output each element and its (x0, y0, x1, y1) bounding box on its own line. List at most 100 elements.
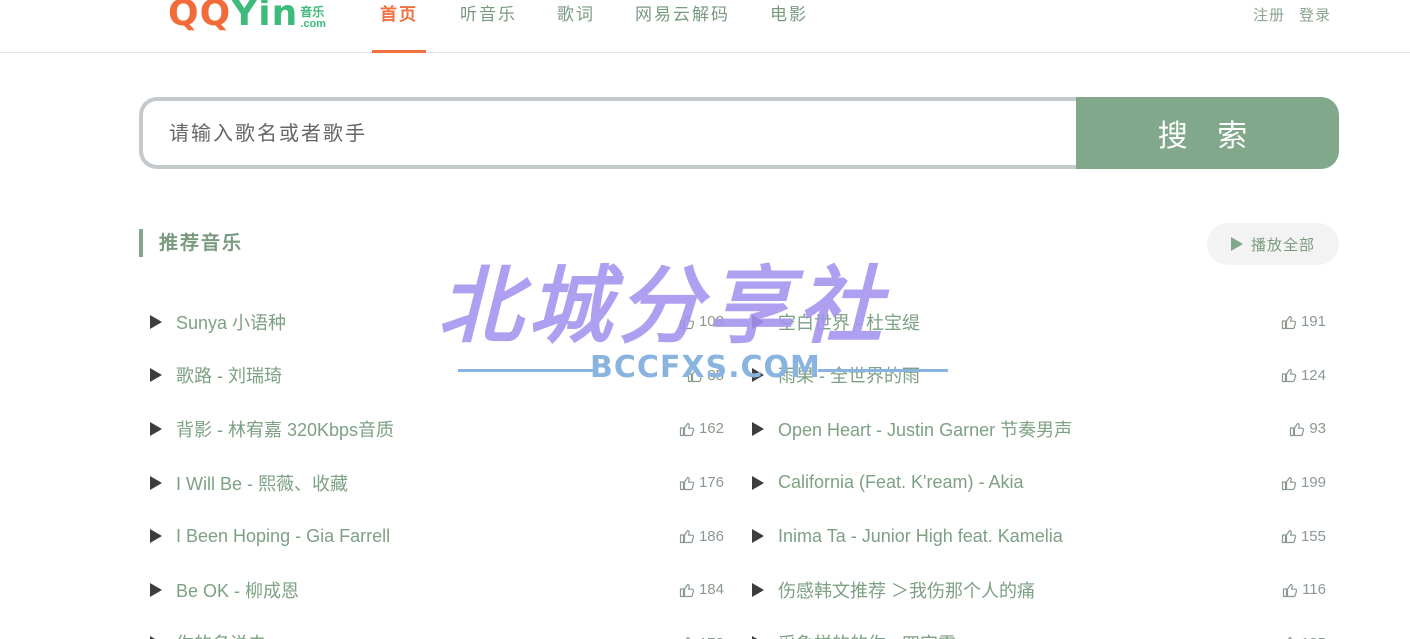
song-like[interactable]: 108 (679, 313, 724, 330)
register-link[interactable]: 注册 (1253, 0, 1285, 30)
thumbs-up-icon (686, 637, 690, 639)
song-item[interactable]: 背影 - 林宥嘉 320Kbps音质 162 (150, 402, 724, 456)
search-bar: 搜 索 (139, 97, 1339, 169)
song-title[interactable]: Sunya 小语种 (176, 309, 679, 335)
nav-movies[interactable]: 电影 (762, 0, 816, 53)
song-title[interactable]: California (Feat. K'ream) - Akia (778, 472, 1281, 493)
song-item[interactable]: 伤感韩文推荐 ＞我伤那个人的痛 116 (752, 563, 1326, 617)
song-title[interactable]: 空白世界 - 杜宝缇 (778, 309, 1281, 335)
like-count: 162 (698, 420, 724, 438)
song-like[interactable]: 199 (1281, 474, 1326, 491)
song-title[interactable]: 歌路 - 刘瑞琦 (176, 362, 687, 388)
play-triangle-icon[interactable] (752, 582, 764, 597)
song-title[interactable]: 伤感韩文推荐 ＞我伤那个人的痛 (778, 577, 1282, 603)
like-count: 155 (1300, 527, 1326, 545)
section-title: 推荐音乐 (139, 229, 243, 257)
logo-side: 音乐 .com (300, 6, 326, 30)
song-like[interactable]: 176 (679, 474, 724, 491)
song-like[interactable]: 162 (679, 420, 724, 437)
thumbs-up-icon (679, 476, 695, 490)
site-logo[interactable]: QQYin 音乐 .com (168, 0, 326, 34)
nav-lyrics[interactable]: 歌词 (549, 0, 603, 53)
song-title[interactable]: Inima Ta - Junior High feat. Kamelia (778, 526, 1281, 547)
auth-links: 注册 登录 (1253, 0, 1331, 30)
thumbs-up-icon (679, 530, 695, 544)
like-count: 173 (699, 635, 724, 639)
like-count: 85 (707, 366, 724, 384)
song-list: Sunya 小语种 108 空白世界 - 杜宝缇 191 歌路 - 刘瑞琦 85… (150, 295, 1340, 639)
play-triangle-icon[interactable] (150, 421, 162, 436)
like-count: 184 (698, 581, 724, 599)
thumbs-up-icon (679, 583, 695, 597)
search-button[interactable]: 搜 索 (1076, 97, 1339, 169)
nav-netease-decode[interactable]: 网易云解码 (627, 0, 738, 53)
song-item[interactable]: Open Heart - Justin Garner 节奏男声 93 (752, 402, 1326, 456)
play-all-button[interactable]: 播放全部 (1207, 223, 1339, 265)
nav-home[interactable]: 首页 (372, 0, 426, 53)
logo-yin: Yin (231, 0, 299, 34)
song-item[interactable]: California (Feat. K'ream) - Akia 199 (752, 456, 1326, 510)
play-triangle-icon[interactable] (752, 475, 764, 490)
song-title[interactable]: I Been Hoping - Gia Farrell (176, 526, 679, 547)
logo-qq: QQ (168, 0, 232, 34)
thumbs-up-icon (688, 369, 703, 383)
like-count: 93 (1309, 420, 1326, 438)
play-triangle-icon[interactable] (752, 314, 764, 329)
song-item[interactable]: Sunya 小语种 108 (150, 295, 724, 349)
song-like[interactable]: 184 (679, 581, 724, 598)
song-like[interactable]: 116 (1282, 581, 1326, 598)
song-like[interactable]: 191 (1281, 313, 1326, 330)
song-item[interactable]: I Been Hoping - Gia Farrell 186 (150, 509, 724, 563)
thumbs-up-icon (1290, 422, 1305, 437)
play-triangle-icon[interactable] (752, 421, 764, 436)
play-triangle-icon[interactable] (752, 529, 764, 544)
logo-side-cn: 音乐 (300, 5, 325, 19)
song-item[interactable]: 采象样的的你 - 四宫雪 135 (752, 617, 1326, 639)
song-like[interactable]: 173 (679, 635, 724, 639)
nav-listen-music[interactable]: 听音乐 (452, 0, 525, 53)
like-count: 176 (698, 474, 724, 492)
song-like[interactable]: 124 (1281, 367, 1326, 384)
play-triangle-icon[interactable] (752, 368, 764, 383)
top-header: QQYin 音乐 .com 首页 听音乐 歌词 网易云解码 电影 注册 登录 (0, 0, 1410, 53)
play-all-label: 播放全部 (1250, 235, 1315, 254)
thumbs-up-icon (679, 422, 695, 437)
play-triangle-icon[interactable] (150, 582, 162, 597)
search-input[interactable] (139, 97, 1076, 169)
play-triangle-icon[interactable] (150, 475, 162, 490)
song-like[interactable]: 155 (1281, 528, 1326, 545)
song-title[interactable]: 采象样的的你 - 四宫雪 (778, 630, 1281, 639)
song-like[interactable]: 93 (1289, 420, 1326, 437)
play-triangle-icon[interactable] (150, 529, 162, 544)
like-count: 199 (1300, 474, 1326, 492)
song-title[interactable]: 雨果 - 全世界的雨 (778, 362, 1281, 388)
logo-text: QQYin (168, 0, 298, 34)
song-item[interactable]: 空白世界 - 杜宝缇 191 (752, 295, 1326, 349)
song-title[interactable]: I Will Be - 熙薇、收藏 (176, 470, 679, 496)
thumbs-up-icon (1282, 583, 1298, 597)
song-like[interactable]: 186 (679, 528, 724, 545)
like-count: 116 (1302, 581, 1326, 599)
play-triangle-icon[interactable] (150, 368, 162, 383)
song-title[interactable]: Be OK - 柳成恩 (176, 577, 679, 603)
song-item[interactable]: 歌路 - 刘瑞琦 85 (150, 349, 724, 403)
like-count: 135 (1301, 635, 1326, 639)
song-title[interactable]: 背影 - 林宥嘉 320Kbps音质 (176, 416, 679, 442)
login-link[interactable]: 登录 (1299, 0, 1331, 30)
song-title[interactable]: Open Heart - Justin Garner 节奏男声 (778, 416, 1289, 442)
song-item[interactable]: 你的名说去 173 (150, 617, 724, 639)
thumbs-up-icon (1281, 369, 1297, 383)
song-item[interactable]: I Will Be - 熙薇、收藏 176 (150, 456, 724, 510)
song-item[interactable]: 雨果 - 全世界的雨 124 (752, 349, 1326, 403)
main-nav: 首页 听音乐 歌词 网易云解码 电影 (372, 0, 840, 53)
like-count: 108 (698, 313, 724, 331)
logo-side-domain: .com (300, 18, 326, 30)
song-like[interactable]: 135 (1281, 635, 1326, 639)
play-icon (1230, 237, 1243, 251)
song-item[interactable]: Be OK - 柳成恩 184 (150, 563, 724, 617)
song-title[interactable]: 你的名说去 (176, 630, 679, 639)
song-like[interactable]: 85 (687, 367, 724, 384)
play-triangle-icon[interactable] (150, 314, 162, 329)
thumbs-up-icon (1288, 637, 1292, 639)
song-item[interactable]: Inima Ta - Junior High feat. Kamelia 155 (752, 509, 1326, 563)
